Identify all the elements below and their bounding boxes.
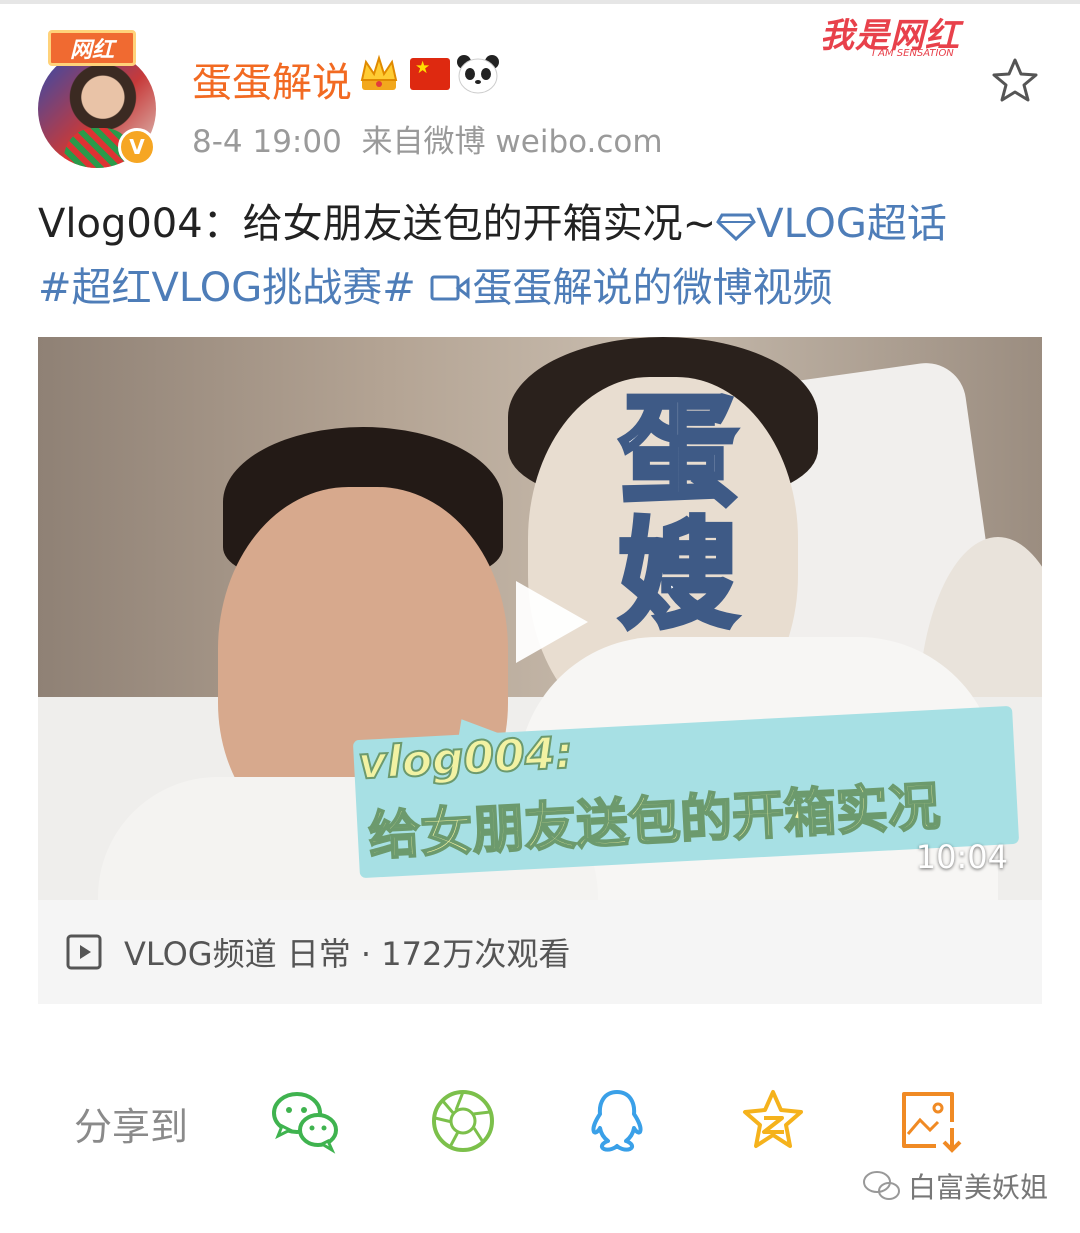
watermark-text: 白富美妖姐 <box>908 1171 1049 1204</box>
moments-icon[interactable] <box>428 1088 498 1154</box>
wechat-watermark-icon <box>863 1171 900 1200</box>
post-time: 8-4 19:00 <box>192 124 342 160</box>
video-link[interactable]: 蛋蛋解说的微博视频 <box>472 265 832 311</box>
video-info-bar[interactable]: VLOG频道 日常 · 172万次观看 <box>38 900 1042 1004</box>
crown-icon <box>360 54 398 90</box>
video-player[interactable]: 蛋 嫂 vlog004: 给女朋友送包的开箱实况 10:04 <box>38 337 1042 900</box>
wechat-icon[interactable] <box>270 1088 340 1154</box>
wanghong-badge: 网红 <box>48 30 136 66</box>
verified-badge: V <box>118 128 156 166</box>
play-icon[interactable] <box>506 577 596 667</box>
post-title: Vlog004：给女朋友送包的开箱实况~ <box>38 201 717 247</box>
panda-icon <box>457 55 499 94</box>
brand-logo: 我是网红 I AM SENSATION <box>820 8 990 60</box>
share-label: 分享到 <box>74 1105 189 1149</box>
video-overlay-title: 蛋 嫂 <box>616 382 739 644</box>
username[interactable]: 蛋蛋解说 <box>192 50 352 108</box>
video-play-small-icon <box>66 934 102 970</box>
qzone-icon[interactable] <box>738 1088 808 1154</box>
video-duration: 10:04 <box>915 838 1008 876</box>
avatar[interactable]: 网红 V <box>38 30 158 168</box>
save-image-icon[interactable] <box>896 1088 966 1154</box>
video-info-text: VLOG频道 日常 · 172万次观看 <box>124 935 571 973</box>
post-source[interactable]: 来自微博 weibo.com <box>362 124 663 160</box>
post-meta: 8-4 19:00 来自微博 weibo.com <box>192 116 663 161</box>
diamond-icon <box>716 213 757 242</box>
favorite-star-icon[interactable] <box>990 56 1040 106</box>
top-divider <box>0 0 1080 4</box>
qq-icon[interactable] <box>582 1088 652 1154</box>
super-topic-link[interactable]: VLOG超话 <box>756 201 947 247</box>
hashtag-link[interactable]: #超红VLOG挑战赛# <box>38 265 416 311</box>
china-flag-icon <box>410 58 450 90</box>
brand-subtitle: I AM SENSATION <box>872 48 954 59</box>
video-camera-icon <box>430 275 470 301</box>
post-text: Vlog004：给女朋友送包的开箱实况~ VLOG超话 #超红VLOG挑战赛# 蛋… <box>38 192 1048 320</box>
watermark: 白富美妖姐 <box>862 1166 1048 1206</box>
